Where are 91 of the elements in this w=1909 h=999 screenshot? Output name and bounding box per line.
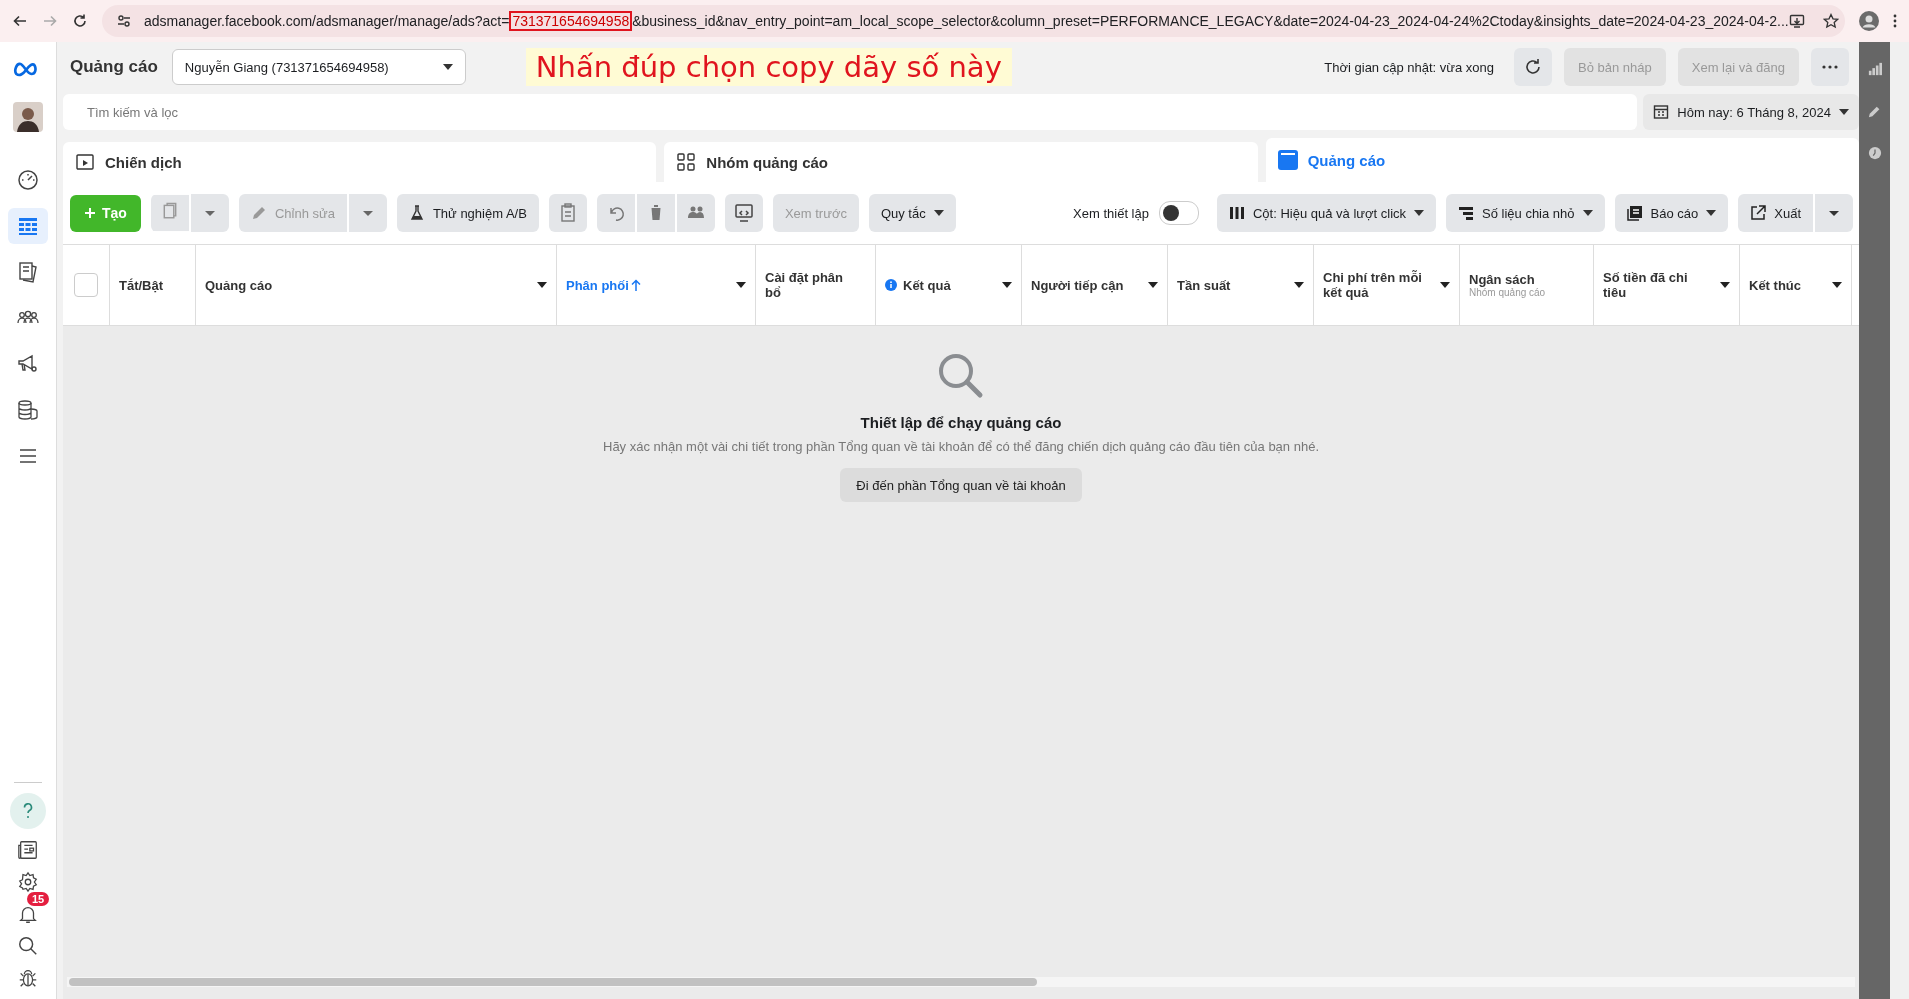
news-icon[interactable] [17,839,39,861]
column-header[interactable]: Số tiền đã chi tiêu [1603,270,1708,300]
settings-icon[interactable] [17,871,39,893]
column-header[interactable]: Phân phối [566,277,629,293]
info-icon[interactable] [885,279,897,291]
sort-arrow-icon[interactable] [630,279,641,291]
caret-icon [1839,109,1849,115]
grid-icon [676,152,697,172]
bug-icon[interactable] [17,967,39,989]
account-dropdown[interactable]: Nguyễn Giang (731371654694958) [171,49,466,85]
flask-icon [408,205,425,221]
caret-icon [1706,210,1717,216]
plus-icon [84,207,96,219]
caret-icon[interactable] [1294,282,1304,288]
caret-icon[interactable] [1148,282,1158,288]
duplicate-icon[interactable] [150,194,189,232]
site-settings-icon[interactable] [116,13,132,29]
menu-icon[interactable] [1893,13,1897,29]
level-tab[interactable]: Nhóm quảng cáo [664,142,1258,182]
columns-dropdown[interactable]: Cột: Hiệu quả và lượt click [1216,194,1437,232]
update-status: Thời gian cập nhật: vừa xong [1324,59,1495,75]
column-header[interactable]: Tắt/Bật [119,277,164,293]
avatar[interactable] [13,102,43,132]
caret-icon[interactable] [1720,282,1730,288]
caret-icon[interactable] [537,282,547,288]
ab-test-button[interactable]: Thử nghiệm A/B [396,194,539,232]
export-button[interactable]: Xuất [1738,194,1813,232]
search-icon[interactable] [17,935,39,957]
reports-dropdown[interactable]: Báo cáo [1614,194,1729,232]
account-overview-button[interactable]: Đi đến phần Tổng quan về tài khoản [840,468,1082,502]
column-header[interactable]: Ngân sách [1469,272,1540,287]
clock-icon[interactable] [1867,146,1882,160]
url-text: &business_id&nav_entry_point=am_local_scope_selector&column_preset=PERFORMANCE_LEGACY&date=2024-04-23_2024-04-24%2Ctoday&insights_date=2024-04-23_2024-04-2... [632,13,1789,29]
column-header[interactable]: Kết thúc [1749,277,1801,293]
columns-icon [1228,205,1245,221]
caret-icon [442,64,453,70]
caret-icon[interactable] [736,282,746,288]
caret-icon [1582,210,1593,216]
column-header[interactable]: Tần suất [1177,277,1231,293]
caret-icon[interactable] [1002,282,1012,288]
annotation-text: Nhấn đúp chọn copy dãy số này [525,48,1012,86]
undo-icon[interactable] [596,194,635,232]
search-icon [937,352,985,400]
column-header[interactable]: Người tiếp cận [1031,277,1124,293]
column-header[interactable]: Quảng cáo [205,277,273,293]
horizontal-scrollbar[interactable] [67,977,1855,987]
date-range-button[interactable]: Hôm nay: 6 Tháng 8, 2024 [1643,94,1859,130]
calendar-icon [1653,104,1670,120]
clipboard-icon[interactable] [548,194,587,232]
select-all-checkbox[interactable] [74,273,98,297]
page-title: Quảng cáo [70,57,158,77]
caret-icon [1414,210,1425,216]
star-icon[interactable] [1822,13,1839,29]
caret-icon[interactable] [1832,282,1842,288]
pencil-icon [250,205,267,221]
bars-icon [1458,205,1475,221]
table-icon[interactable] [8,208,48,244]
column-header[interactable]: Cài đặt phân bổ [765,270,860,300]
folder-icon [75,152,95,172]
ad-icon [1277,150,1298,170]
rules-dropdown[interactable]: Quy tắc [868,194,956,232]
people-icon[interactable] [676,194,715,232]
empty-state-message: Hãy xác nhận một vài chi tiết trong phần Tổng quan về tài khoản để có thể đăng chiến dịch quảng cáo đầu tiên của bạn nhé. [603,439,1319,454]
back-icon[interactable] [12,13,28,29]
column-header[interactable]: Kết quả [903,277,951,293]
url-text: adsmanager.facebook.com/adsmanager/manage/ads?act= [144,13,510,29]
setup-view-toggle[interactable] [1158,201,1199,225]
profile-avatar[interactable] [1859,11,1879,31]
report-icon [1626,205,1643,221]
caret-icon[interactable] [1440,282,1450,288]
help-icon[interactable] [10,793,46,829]
notification-badge: 15 [27,892,50,906]
bar-chart-icon[interactable] [1867,62,1882,76]
reload-icon[interactable] [72,13,88,29]
column-header[interactable]: Chi phí trên mỗi kết quả [1323,270,1428,300]
column-subheader: Nhóm quảng cáo [1469,287,1546,298]
export-icon [1750,205,1767,221]
pencil-icon[interactable] [1867,104,1882,118]
refresh-icon[interactable] [1514,48,1553,86]
swap-icon[interactable] [724,194,763,232]
level-tab[interactable]: Quảng cáo [1265,138,1859,182]
level-tab[interactable]: Chiến dịch [63,142,657,182]
install-icon[interactable] [1788,13,1805,29]
setup-view-label: Xem thiết lập [1073,205,1149,221]
caret-icon [933,210,944,216]
highlighted-account-id: 731371654694958 [509,11,633,31]
search-field[interactable]: Tìm kiếm và lọc [63,94,1638,130]
trash-icon[interactable] [636,194,675,232]
empty-state-title: Thiết lập để chạy quảng cáo [860,414,1062,431]
address-bar[interactable] [102,5,1845,37]
breakdown-dropdown[interactable]: Số liệu chia nhỏ [1446,194,1605,232]
